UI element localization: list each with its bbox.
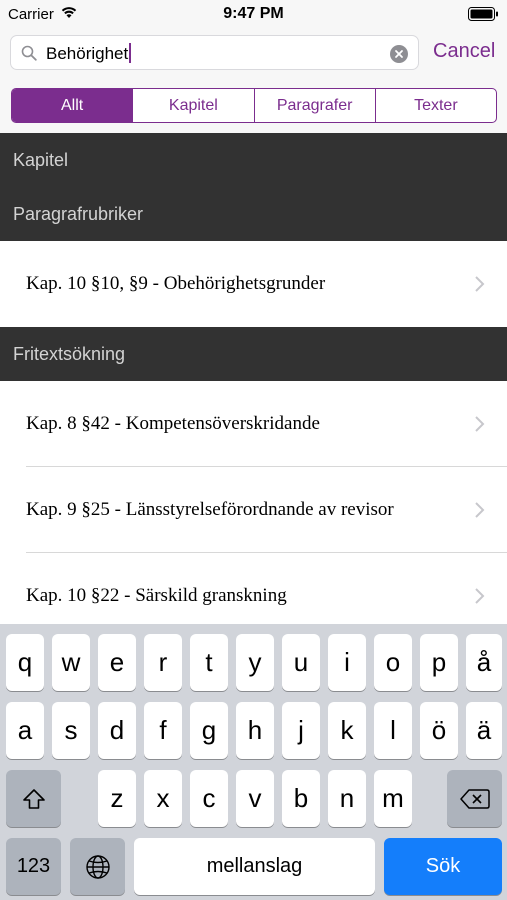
search-key[interactable]: Sök [384,838,502,895]
clear-icon[interactable] [390,45,408,63]
search-icon [21,45,37,61]
segment-texter[interactable]: Texter [374,89,496,122]
key-g[interactable]: g [190,702,228,759]
list-item-label: Kap. 8 §42 - Kompetensöverskridande [26,413,320,434]
keyboard: q w e r t y u i o p å a s d f g h j k l … [0,624,507,900]
list-item[interactable]: Kap. 10 §10, §9 - Obehörighetsgrunder [0,241,507,327]
search-text: Behörighet [46,44,129,63]
chevron-right-icon [475,502,485,518]
search-bar: Behörighet Cancel [0,28,507,78]
key-x[interactable]: x [144,770,182,827]
results-list[interactable]: Kapitel Paragrafrubriker Kap. 10 §10, §9… [0,133,507,628]
key-o[interactable]: o [374,634,412,691]
backspace-key[interactable] [447,770,502,827]
scope-segmented-control: Allt Kapitel Paragrafer Texter [11,88,497,123]
segment-allt[interactable]: Allt [12,89,133,122]
key-f[interactable]: f [144,702,182,759]
chevron-right-icon [475,588,485,604]
key-q[interactable]: q [6,634,44,691]
section-header-kapitel: Kapitel [0,133,507,187]
key-c[interactable]: c [190,770,228,827]
key-y[interactable]: y [236,634,274,691]
key-l[interactable]: l [374,702,412,759]
key-a-umlaut[interactable]: ä [466,702,502,759]
section-header-paragrafrubriker: Paragrafrubriker [0,187,507,241]
key-i[interactable]: i [328,634,366,691]
list-item-label: Kap. 9 §25 - Länsstyrelseförordnande av … [26,499,394,520]
section-title: Kapitel [13,149,69,170]
key-j[interactable]: j [282,702,320,759]
status-bar: Carrier 9:47 PM [0,0,507,28]
numbers-key[interactable]: 123 [6,838,61,895]
battery-icon [468,7,498,21]
list-item[interactable]: Kap. 8 §42 - Kompetensöverskridande [0,381,507,467]
key-t[interactable]: t [190,634,228,691]
key-r[interactable]: r [144,634,182,691]
text-caret [129,43,132,63]
list-item[interactable]: Kap. 9 §25 - Länsstyrelseförordnande av … [0,467,507,553]
search-input[interactable]: Behörighet [46,43,132,64]
search-field[interactable]: Behörighet [10,35,419,70]
section-title: Paragrafrubriker [13,203,144,224]
backspace-icon [459,788,490,809]
key-p[interactable]: p [420,634,458,691]
key-m[interactable]: m [374,770,412,827]
segment-paragrafer[interactable]: Paragrafer [253,89,375,122]
key-a[interactable]: a [6,702,44,759]
key-n[interactable]: n [328,770,366,827]
segment-kapitel[interactable]: Kapitel [132,89,253,122]
key-w[interactable]: w [52,634,90,691]
space-key[interactable]: mellanslag [134,838,375,895]
shift-key[interactable] [6,770,61,827]
clock: 9:47 PM [223,5,284,22]
key-d[interactable]: d [98,702,136,759]
list-item-label: Kap. 10 §10, §9 - Obehörighetsgrunder [26,273,326,294]
list-item-label: Kap. 10 §22 - Särskild granskning [26,585,287,606]
key-s[interactable]: s [52,702,90,759]
chevron-right-icon [475,276,485,292]
list-item[interactable]: Kap. 10 §22 - Särskild granskning [0,553,507,628]
section-title: Fritextsökning [13,343,126,364]
key-a-ring[interactable]: å [466,634,502,691]
key-z[interactable]: z [98,770,136,827]
key-b[interactable]: b [282,770,320,827]
key-v[interactable]: v [236,770,274,827]
section-header-fritext: Fritextsökning [0,327,507,381]
cancel-button[interactable]: Cancel [433,40,495,63]
key-h[interactable]: h [236,702,274,759]
globe-key[interactable] [70,838,125,895]
key-o-umlaut[interactable]: ö [420,702,458,759]
key-u[interactable]: u [282,634,320,691]
chevron-right-icon [475,416,485,432]
key-e[interactable]: e [98,634,136,691]
key-k[interactable]: k [328,702,366,759]
globe-icon [85,854,110,879]
shift-icon [22,788,45,809]
